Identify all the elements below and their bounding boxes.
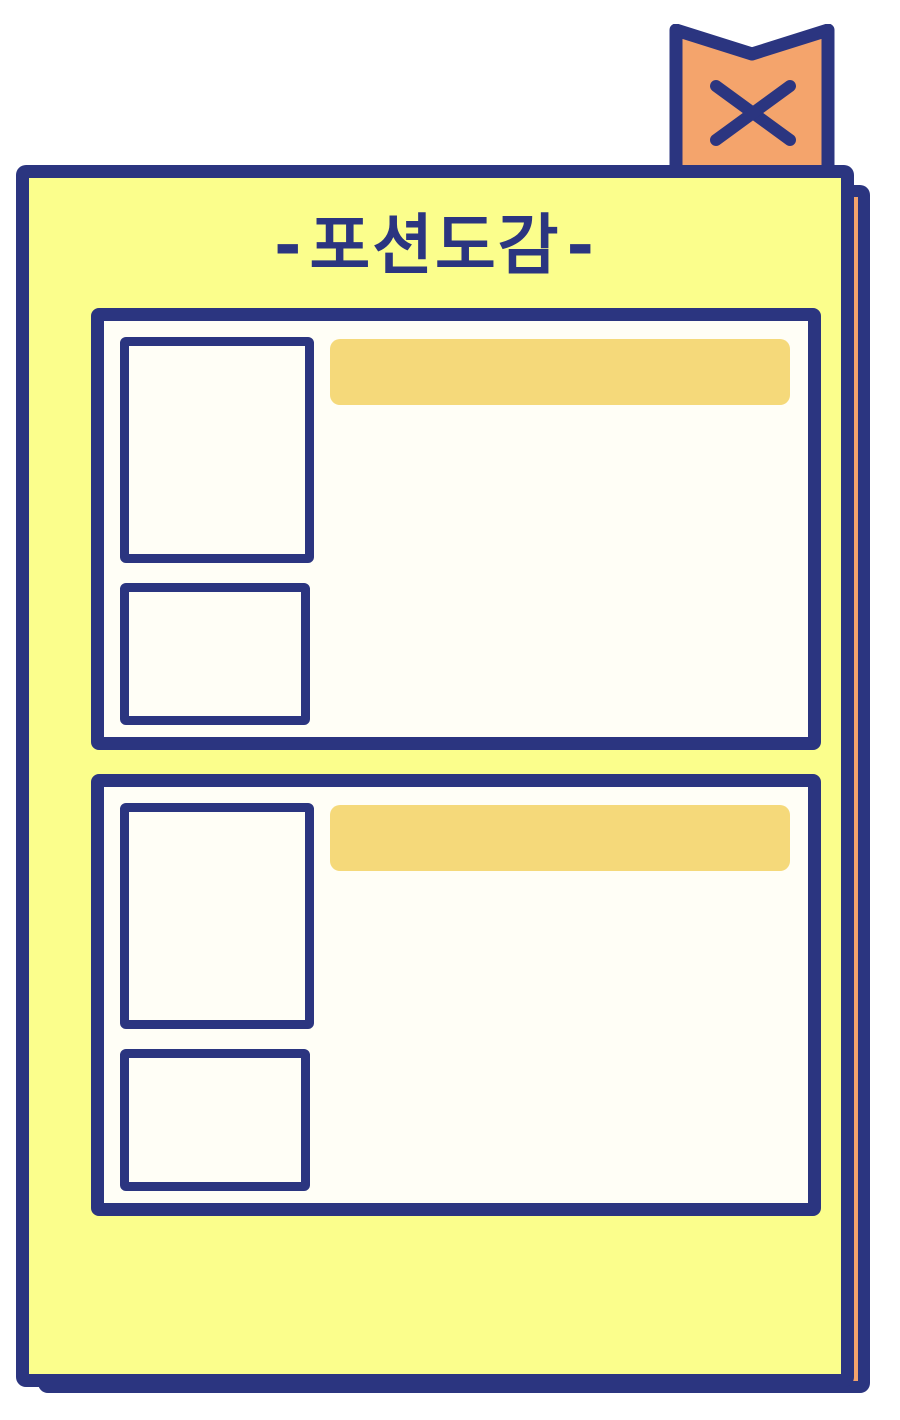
ingredient-slot bbox=[120, 583, 310, 725]
potion-name-bar bbox=[330, 805, 790, 871]
potion-entry-card[interactable] bbox=[91, 774, 821, 1216]
encyclopedia-page: -포션도감- bbox=[16, 165, 854, 1387]
ingredient-slot bbox=[120, 1049, 310, 1191]
potion-name-bar bbox=[330, 339, 790, 405]
potion-entry-card[interactable] bbox=[91, 308, 821, 750]
close-button[interactable] bbox=[668, 24, 836, 184]
potion-description bbox=[330, 887, 790, 1187]
potion-description bbox=[330, 421, 790, 721]
potion-image-slot bbox=[120, 337, 314, 563]
potion-image-slot bbox=[120, 803, 314, 1029]
close-bookmark[interactable] bbox=[668, 24, 836, 184]
page-title: -포션도감- bbox=[267, 207, 603, 284]
potion-encyclopedia-screen: -포션도감- bbox=[0, 0, 900, 1420]
